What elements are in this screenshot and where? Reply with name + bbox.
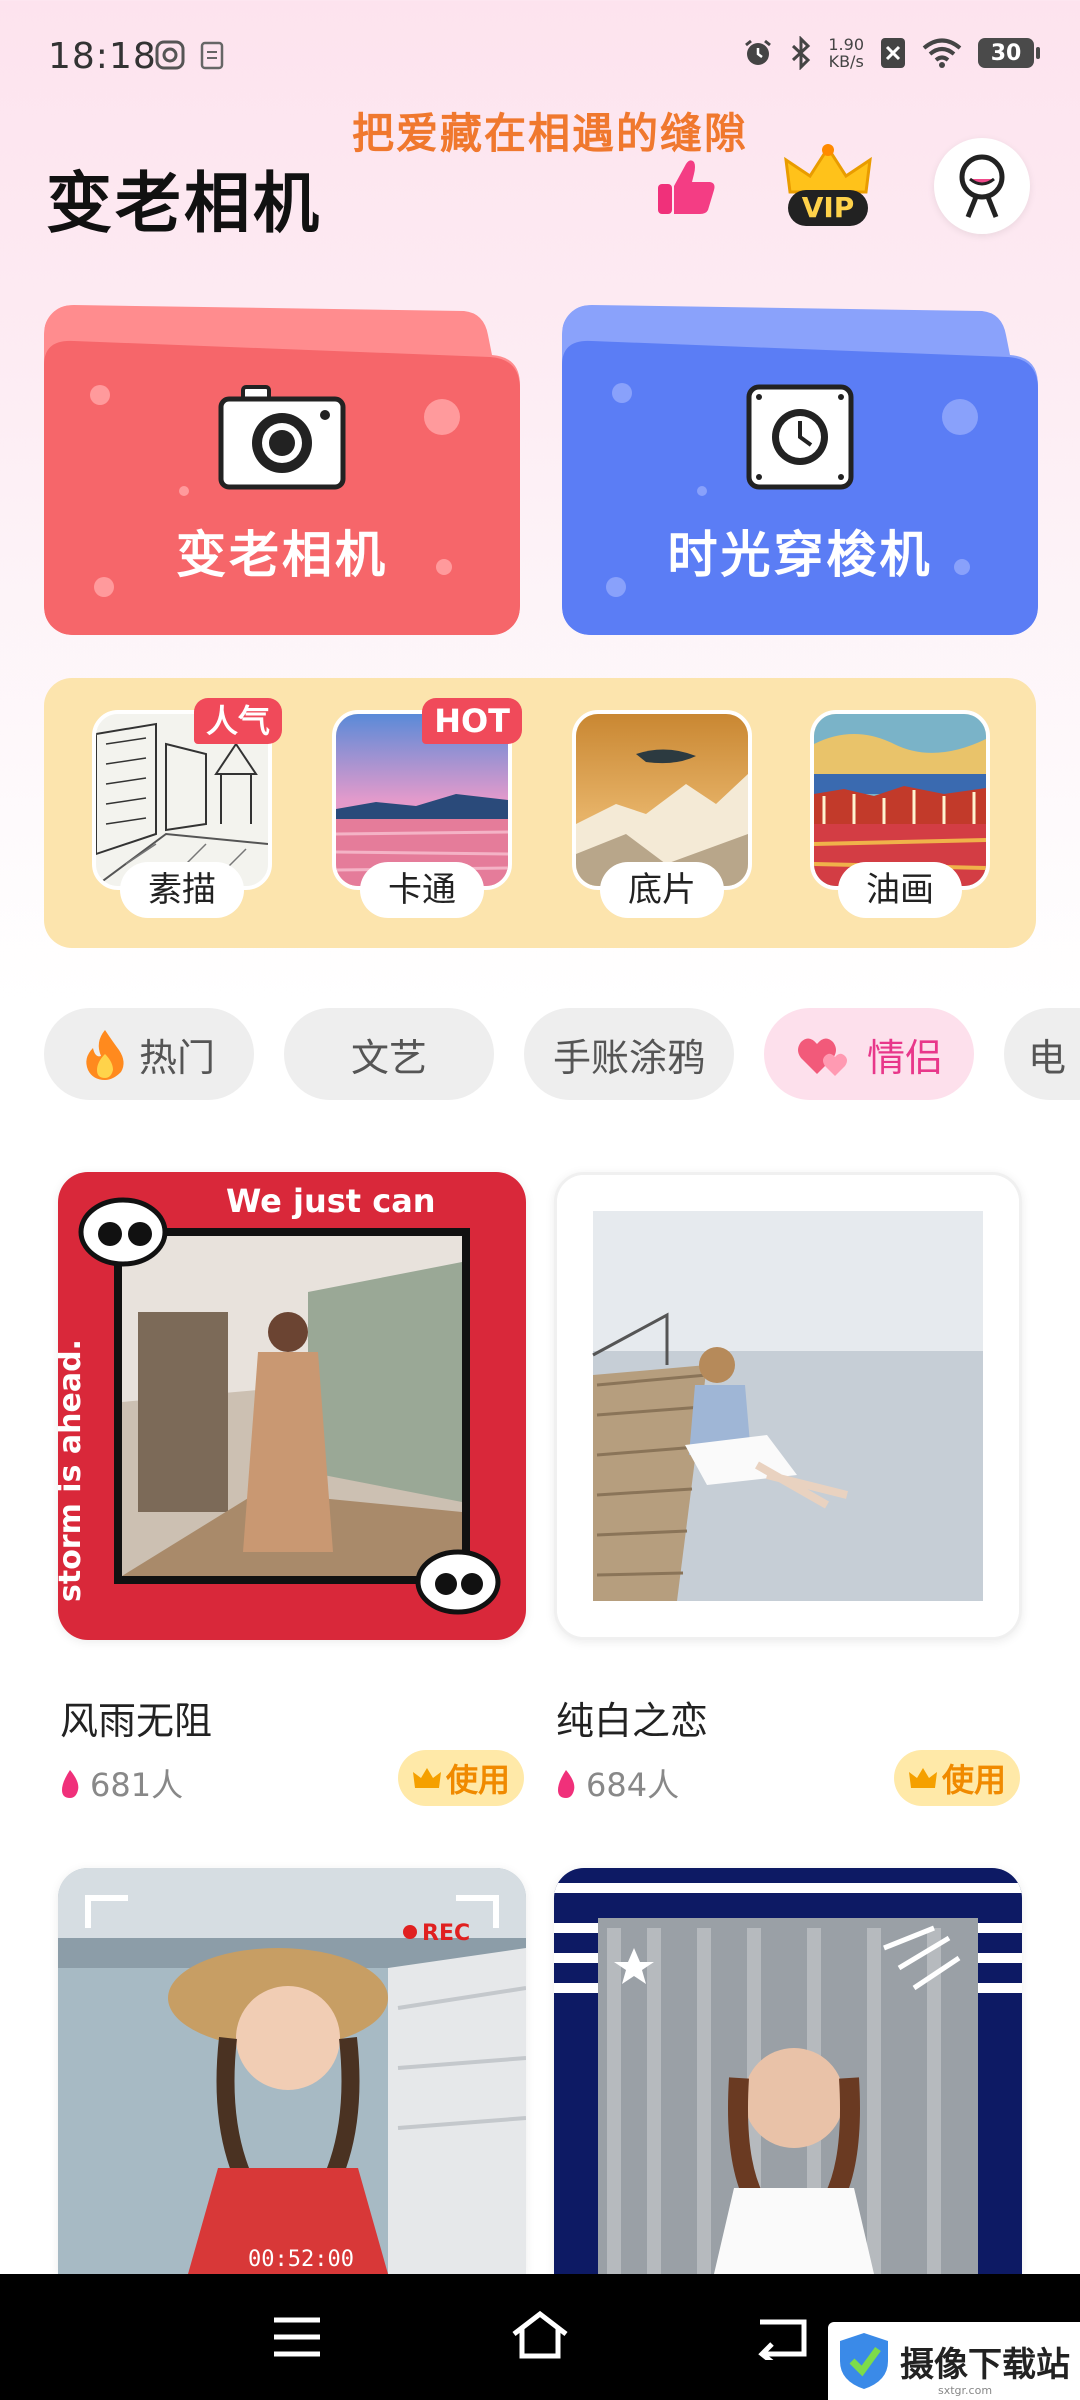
watermark-text: 摄像下载站 <box>900 2344 1070 2385</box>
wifi-icon <box>922 38 962 68</box>
use-template-button[interactable]: 使用 <box>398 1750 524 1806</box>
template-title: 纯白之恋 <box>556 1699 709 1743</box>
menu-icon[interactable] <box>272 2316 322 2358</box>
screen-record-icon <box>155 40 185 70</box>
vip-label: VIP <box>788 190 868 226</box>
filter-sketch[interactable]: 人气 素描 <box>92 698 282 918</box>
template-usage-count: 684人 <box>554 1760 679 1806</box>
template-card-image[interactable]: We just can storm is ahead. <box>58 1172 526 1640</box>
crown-small-icon <box>412 1768 441 1788</box>
thumbs-up-icon <box>658 160 715 214</box>
template-usage-count: 681人 <box>58 1760 183 1806</box>
filter-label: 素描 <box>120 862 244 918</box>
back-icon[interactable] <box>756 2314 808 2360</box>
net-speed: 1.90 KB/s <box>828 35 864 71</box>
tab-label: 电 <box>1028 1035 1067 1080</box>
sim-off-icon <box>881 38 905 68</box>
tab-more[interactable]: 电 <box>1004 1008 1080 1100</box>
filter-cartoon[interactable]: HOT 卡通 <box>332 698 522 918</box>
filter-label: 底片 <box>600 862 724 918</box>
template-title: 风雨无阻 <box>60 1699 213 1743</box>
flame-icon <box>558 1770 575 1798</box>
like-button[interactable] <box>652 152 722 222</box>
tab-label: 手账涂鸦 <box>552 1035 705 1080</box>
filter-negative[interactable]: 底片 <box>572 710 752 918</box>
feature-card-time-machine[interactable]: 时光穿梭机 <box>562 305 1038 635</box>
app-title: 变老相机 <box>46 165 322 242</box>
hearts-icon <box>797 1038 847 1076</box>
negative-landscape-image <box>576 714 748 886</box>
clipboard-icon <box>200 41 224 70</box>
crown-small-icon <box>908 1768 937 1788</box>
filter-label: 油画 <box>838 862 962 918</box>
battery-indicator: 30 <box>978 38 1040 68</box>
vip-button[interactable]: VIP <box>780 142 876 232</box>
tab-hot[interactable]: 热门 <box>44 1008 254 1100</box>
feature-label: 变老相机 <box>176 526 388 584</box>
site-watermark: 摄像下载站 sxtgr.com <box>828 2322 1080 2400</box>
filter-badge: HOT <box>422 698 522 744</box>
profile-avatar-button[interactable] <box>934 138 1030 234</box>
watermark-url: sxtgr.com <box>938 2384 993 2397</box>
fire-icon <box>86 1030 124 1080</box>
camcorder-frame-image: REC 00:52:00 <box>58 1868 526 2274</box>
tab-label: 热门 <box>138 1035 215 1080</box>
feature-card-aging-camera[interactable]: 变老相机 <box>44 305 520 635</box>
filter-badge: 人气 <box>193 698 282 744</box>
white-love-image <box>557 1175 1019 1637</box>
svg-text:storm is ahead.: storm is ahead. <box>58 1339 88 1602</box>
clock-camera-icon <box>746 384 854 490</box>
tab-journal-doodle[interactable]: 手账涂鸦 <box>524 1008 734 1100</box>
tab-literary[interactable]: 文艺 <box>284 1008 494 1100</box>
filter-oil-painting[interactable]: 油画 <box>810 710 990 918</box>
status-time: 18:18 <box>48 36 157 77</box>
filter-label: 卡通 <box>360 862 484 918</box>
alarm-icon <box>745 39 772 65</box>
oil-painting-image <box>814 714 986 886</box>
template-card-image[interactable]: REC 00:52:00 <box>58 1868 526 2274</box>
navy-stripe-frame-image <box>554 1868 1022 2274</box>
tab-couple[interactable]: 情侣 <box>764 1008 974 1100</box>
storm-frame-image: We just can storm is ahead. <box>58 1172 526 1640</box>
user-avatar-icon <box>959 154 1005 218</box>
status-bar: 18:18 1.90 KB/s 30 <box>0 0 1080 110</box>
feature-label: 时光穿梭机 <box>667 526 933 584</box>
svg-text:We just can: We just can <box>226 1182 436 1220</box>
timecode-overlay: 00:52:00 <box>248 2247 354 2272</box>
use-template-button[interactable]: 使用 <box>894 1750 1020 1806</box>
tab-label: 情侣 <box>866 1035 943 1080</box>
camera-icon <box>218 385 346 490</box>
home-icon[interactable] <box>510 2310 570 2360</box>
template-card-image[interactable] <box>554 1172 1022 1640</box>
shield-logo-icon <box>840 2333 888 2389</box>
flame-icon <box>62 1770 79 1798</box>
rec-overlay-label: REC <box>422 1921 470 1946</box>
tab-label: 文艺 <box>350 1035 427 1080</box>
template-card-image[interactable] <box>554 1868 1022 2274</box>
bluetooth-icon <box>792 36 811 70</box>
